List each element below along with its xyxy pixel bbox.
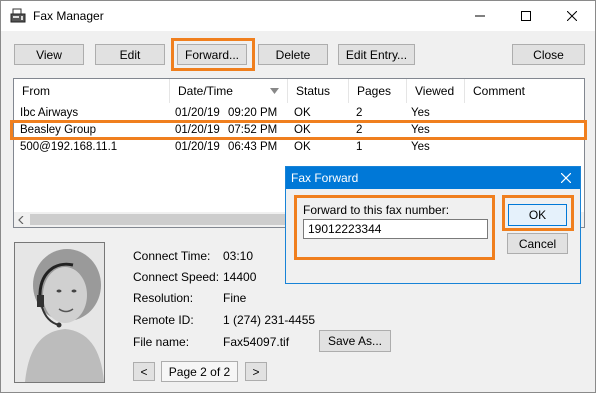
column-header-pages[interactable]: Pages bbox=[349, 79, 407, 103]
table-row[interactable]: Ibc Airways 01/20/19 09:20 PM OK 2 Yes bbox=[14, 106, 584, 123]
window-title: Fax Manager bbox=[33, 9, 104, 23]
edit-button[interactable]: Edit bbox=[95, 44, 165, 65]
cell-viewed: Yes bbox=[411, 141, 430, 153]
cell-time: 09:20 PM bbox=[228, 107, 278, 119]
sort-down-icon bbox=[270, 88, 279, 94]
close-icon bbox=[567, 11, 577, 21]
title-bar: Fax Manager bbox=[1, 1, 595, 31]
minimize-icon bbox=[475, 15, 485, 17]
cell-date: 01/20/19 bbox=[175, 124, 220, 136]
person-with-headset-image bbox=[15, 243, 104, 382]
ok-button[interactable]: OK bbox=[508, 204, 567, 226]
column-header-comment[interactable]: Comment bbox=[465, 79, 584, 103]
page-indicator: Page 2 of 2 bbox=[161, 361, 238, 382]
previous-page-button[interactable]: < bbox=[133, 362, 155, 381]
remote-id-label: Remote ID: bbox=[133, 313, 194, 327]
cancel-button[interactable]: Cancel bbox=[507, 233, 568, 254]
cell-from: 500@192.168.11.1 bbox=[20, 141, 118, 153]
column-header-date-time[interactable]: Date/Time bbox=[170, 79, 288, 103]
table-row[interactable]: 500@192.168.11.1 01/20/19 06:43 PM OK 1 … bbox=[14, 140, 584, 157]
cell-viewed: Yes bbox=[411, 124, 430, 136]
dialog-close-button[interactable] bbox=[552, 167, 580, 189]
cell-from: Ibc Airways bbox=[20, 107, 79, 119]
cell-pages: 1 bbox=[356, 141, 363, 153]
delete-button[interactable]: Delete bbox=[258, 44, 328, 65]
fax-number-input[interactable]: 19012223344 bbox=[303, 219, 488, 239]
cell-time: 07:52 PM bbox=[228, 124, 278, 136]
column-header-date-time-label: Date/Time bbox=[178, 84, 233, 98]
next-page-button[interactable]: > bbox=[245, 362, 267, 381]
maximize-icon bbox=[521, 11, 531, 21]
cell-from: Beasley Group bbox=[20, 124, 97, 136]
cell-status: OK bbox=[294, 124, 311, 136]
connect-speed-label: Connect Speed: bbox=[133, 270, 220, 284]
edit-entry-button[interactable]: Edit Entry... bbox=[338, 44, 415, 65]
column-header-viewed[interactable]: Viewed bbox=[407, 79, 465, 103]
file-name-label: File name: bbox=[133, 335, 190, 349]
resolution-value: Fine bbox=[223, 291, 247, 305]
connect-time-value: 03:10 bbox=[223, 249, 254, 263]
close-window-button[interactable] bbox=[549, 1, 595, 31]
cell-time: 06:43 PM bbox=[228, 141, 278, 153]
maximize-button[interactable] bbox=[503, 1, 549, 31]
fax-manager-window: Fax Manager View Edit Forward... Delete … bbox=[0, 0, 596, 393]
connect-speed-value: 14400 bbox=[223, 270, 257, 284]
cell-date: 01/20/19 bbox=[175, 107, 220, 119]
cell-status: OK bbox=[294, 107, 311, 119]
view-button[interactable]: View bbox=[14, 44, 84, 65]
remote-id-value: 1 (274) 231-4455 bbox=[223, 313, 316, 327]
resolution-label: Resolution: bbox=[133, 291, 194, 305]
forward-number-label: Forward to this fax number: bbox=[303, 203, 450, 217]
table-row[interactable]: Beasley Group 01/20/19 07:52 PM OK 2 Yes bbox=[14, 123, 584, 140]
connect-time-label: Connect Time: bbox=[133, 249, 211, 263]
forward-button[interactable]: Forward... bbox=[177, 44, 247, 65]
cell-pages: 2 bbox=[356, 107, 363, 119]
cell-date: 01/20/19 bbox=[175, 141, 220, 153]
file-name-value: Fax54097.tif bbox=[223, 335, 290, 349]
scroll-left-icon[interactable] bbox=[18, 216, 24, 224]
cell-pages: 2 bbox=[356, 124, 363, 136]
close-button[interactable]: Close bbox=[512, 44, 585, 65]
save-as-button[interactable]: Save As... bbox=[319, 330, 391, 352]
dialog-title: Fax Forward bbox=[291, 171, 359, 185]
cell-viewed: Yes bbox=[411, 107, 430, 119]
column-header-status[interactable]: Status bbox=[288, 79, 349, 103]
scrollbar-thumb[interactable] bbox=[30, 214, 290, 225]
fax-machine-icon bbox=[10, 8, 26, 23]
fax-preview-image[interactable] bbox=[14, 242, 105, 383]
close-icon bbox=[561, 173, 571, 183]
fax-forward-dialog: Fax Forward Forward to this fax number: … bbox=[285, 166, 581, 284]
dialog-title-bar: Fax Forward bbox=[286, 167, 580, 189]
column-header-from[interactable]: From bbox=[14, 79, 170, 103]
cell-status: OK bbox=[294, 141, 311, 153]
minimize-button[interactable] bbox=[457, 1, 503, 31]
